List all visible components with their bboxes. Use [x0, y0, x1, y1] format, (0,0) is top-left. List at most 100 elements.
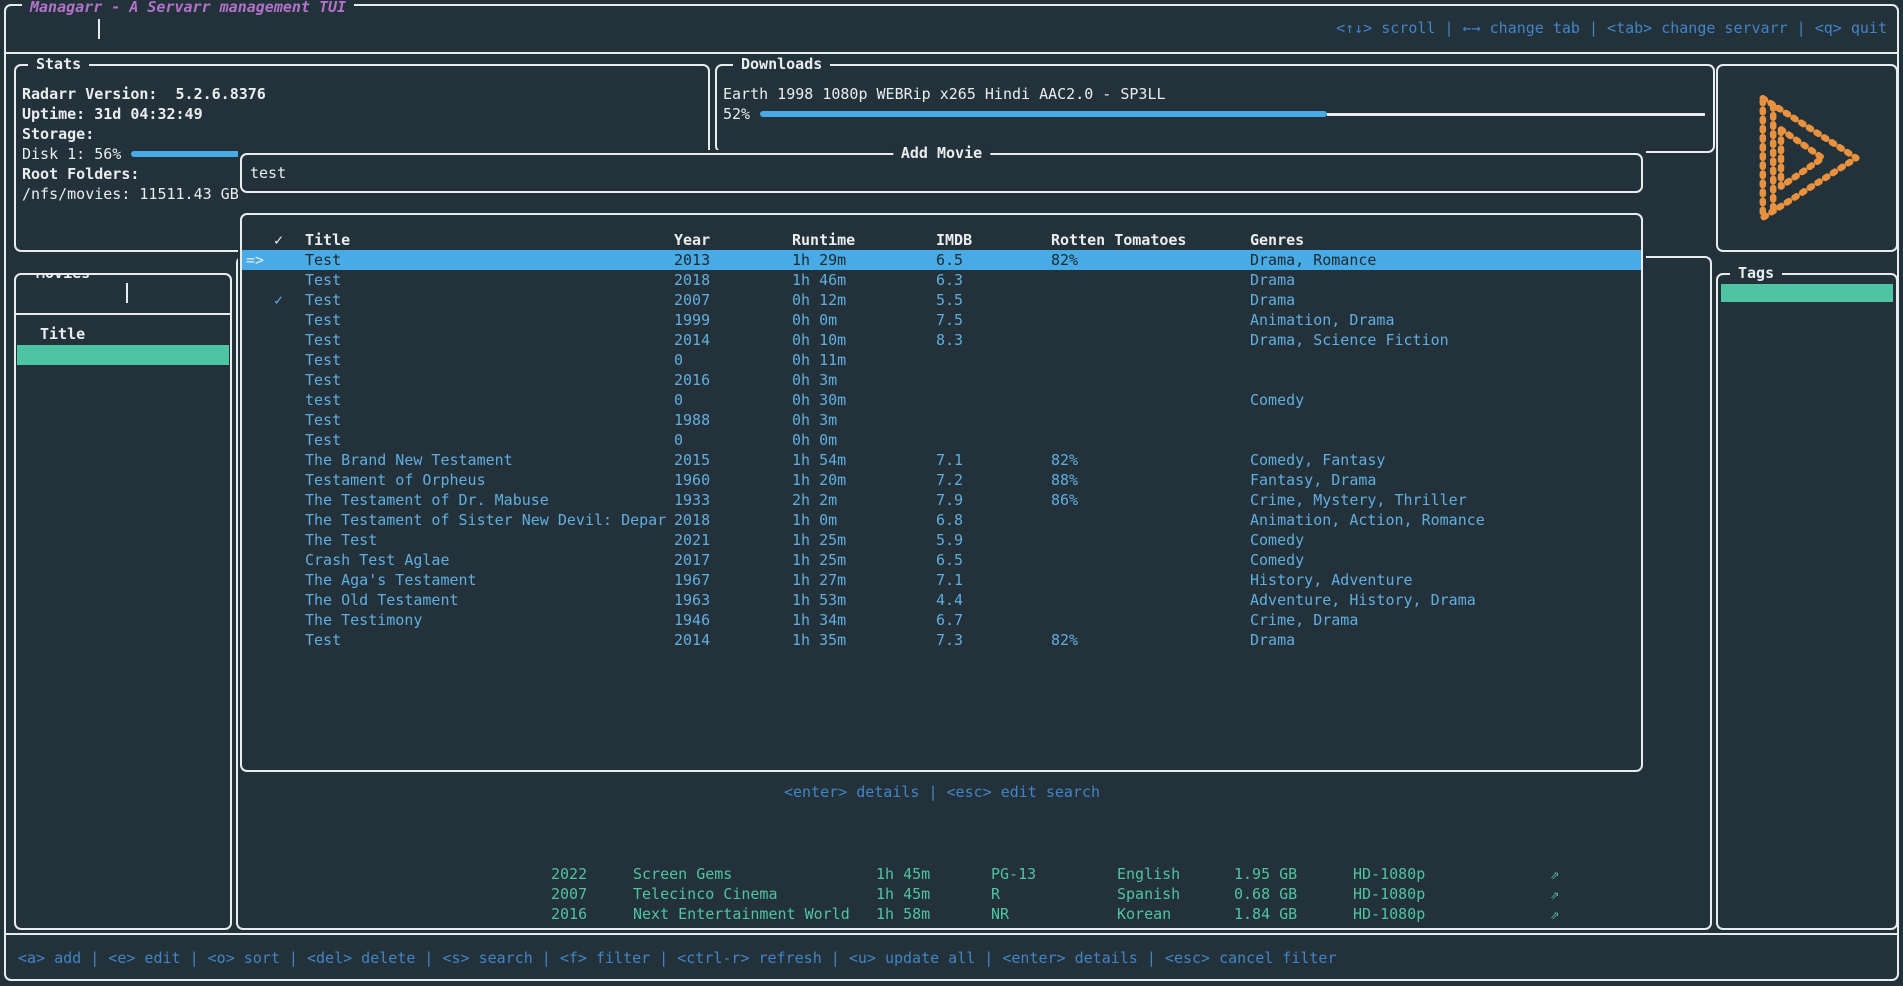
result-title: The Brand New Testament — [305, 450, 674, 470]
result-year: 0 — [674, 430, 792, 450]
result-imdb: 7.2 — [936, 470, 1051, 490]
result-row[interactable]: Test 2014 1h 35m 7.3 82% Drama — [242, 630, 1641, 650]
movie-size: 1.95 GB — [1234, 864, 1353, 884]
monitored-arrow-icon: ⇗ — [1550, 884, 1710, 904]
result-row[interactable]: Test 2014 0h 10m 8.3 Drama, Science Fict… — [242, 330, 1641, 350]
result-added-check-icon — [268, 510, 305, 530]
result-selection-marker — [242, 270, 268, 290]
movie-list-item[interactable]: Incantation — [17, 745, 229, 765]
result-row[interactable]: The Old Testament 1963 1h 53m 4.4 Advent… — [242, 590, 1641, 610]
movie-list-item[interactable]: Alien — [17, 485, 229, 505]
result-rotten-tomatoes: 86% — [1051, 490, 1250, 510]
result-rotten-tomatoes: 88% — [1051, 470, 1250, 490]
result-imdb: 6.5 — [936, 250, 1051, 270]
result-selection-marker — [242, 330, 268, 350]
movie-list-item[interactable]: A Quiet Place — [17, 565, 229, 585]
movie-quality: HD-1080p — [1353, 884, 1550, 904]
movie-list-item[interactable]: Ma — [17, 705, 229, 725]
header-year[interactable]: Year — [674, 230, 792, 250]
result-title: The Old Testament — [305, 590, 674, 610]
result-row[interactable]: Test 0 0h 11m — [242, 350, 1641, 370]
result-rotten-tomatoes — [1051, 270, 1250, 290]
movie-list-item[interactable]: Misery — [17, 785, 229, 805]
movies-table-row[interactable]: 2007 Telecinco Cinema 1h 45m R Spanish 0… — [238, 884, 1710, 904]
result-year: 0 — [674, 390, 792, 410]
result-row[interactable]: Test 2016 0h 3m — [242, 370, 1641, 390]
result-genres: Comedy, Fantasy — [1250, 450, 1641, 470]
movie-list-item[interactable]: The Girl with All the — [17, 845, 229, 865]
result-genres — [1250, 370, 1641, 390]
result-row[interactable]: Crash Test Aglae 2017 1h 25m 6.5 Comedy — [242, 550, 1641, 570]
result-runtime: 0h 11m — [792, 350, 936, 370]
result-imdb — [936, 390, 1051, 410]
result-added-check-icon — [268, 530, 305, 550]
result-selection-marker — [242, 350, 268, 370]
result-row[interactable]: Testament of Orpheus 1960 1h 20m 7.2 88%… — [242, 470, 1641, 490]
movie-list-item[interactable]: Gone with the Wind — [17, 545, 229, 565]
result-row[interactable]: The Test 2021 1h 25m 5.9 Comedy — [242, 530, 1641, 550]
result-row[interactable]: Test 0 0h 0m — [242, 430, 1641, 450]
result-runtime: 1h 29m — [792, 250, 936, 270]
header-runtime[interactable]: Runtime — [792, 230, 936, 250]
result-row[interactable]: The Testament of Sister New Devil: Depar… — [242, 510, 1641, 530]
movie-list-item[interactable]: Inception — [17, 425, 229, 445]
movie-list-item[interactable]: A Quiet Place Part II — [17, 585, 229, 605]
movie-list-item[interactable]: Sinister 2 — [17, 645, 229, 665]
result-row[interactable]: Test 1999 0h 0m 7.5 Animation, Drama — [242, 310, 1641, 330]
result-selection-marker — [242, 310, 268, 330]
movie-list-item[interactable]: The Invitation — [17, 865, 229, 885]
movie-list-item[interactable]: Firestarter — [17, 765, 229, 785]
header-rotten-tomatoes[interactable]: Rotten Tomatoes — [1051, 230, 1250, 250]
result-genres: Fantasy, Drama — [1250, 470, 1641, 490]
downloads-panel-title: Downloads — [733, 55, 830, 73]
result-row[interactable]: ✓ Test 2007 0h 12m 5.5 Drama — [242, 290, 1641, 310]
movie-list-item[interactable]: The Thing — [17, 465, 229, 485]
movie-list-item[interactable]: The Conjuring 2 — [17, 385, 229, 405]
movie-list-item[interactable]: Life — [17, 505, 229, 525]
movie-list-item[interactable]: mother! — [17, 725, 229, 745]
stats-panel-title: Stats — [28, 55, 89, 73]
movie-list-item[interactable]: 1408 — [17, 825, 229, 845]
add-movie-popup: Add Movie test ✓ Title Year Runtime IMDB… — [238, 150, 1646, 812]
monitored-arrow-icon: ⇗ — [1550, 864, 1710, 884]
tags-selected-row[interactable] — [1721, 284, 1893, 302]
movie-list-item[interactable]: The Conjuring — [17, 365, 229, 385]
download-item[interactable]: Earth 1998 1080p WEBRip x265 Hindi AAC2.… — [723, 84, 1707, 104]
result-row[interactable]: Test 2018 1h 46m 6.3 Drama — [242, 270, 1641, 290]
movie-list-item[interactable]: Us — [17, 665, 229, 685]
movie-list-item[interactable]: The Witch — [17, 605, 229, 625]
movies-tab-separator — [126, 283, 128, 303]
result-row[interactable]: The Testament of Dr. Mabuse 1933 2h 2m 7… — [242, 490, 1641, 510]
movie-list-item[interactable]: Lights Out — [17, 805, 229, 825]
movie-list-item[interactable]: The Conjuring: The De — [17, 405, 229, 425]
movie-list-item[interactable]: The Orphanage — [17, 885, 229, 905]
movie-size: 0.68 GB — [1234, 884, 1353, 904]
result-row[interactable]: Test 1988 0h 3m — [242, 410, 1641, 430]
result-imdb: 7.1 — [936, 450, 1051, 470]
servarr-tabs — [18, 19, 26, 39]
movie-list-item[interactable]: => Dune — [17, 345, 229, 365]
movie-list-item[interactable]: Slender Man — [17, 685, 229, 705]
result-row[interactable]: The Aga's Testament 1967 1h 27m 7.1 Hist… — [242, 570, 1641, 590]
movies-table-row[interactable]: 2022 Screen Gems 1h 45m PG-13 English 1.… — [238, 864, 1710, 884]
movie-list-item[interactable]: Train to Busan — [17, 905, 229, 925]
movie-list-item[interactable]: Nope — [17, 525, 229, 545]
result-selection-marker — [242, 410, 268, 430]
result-runtime: 0h 12m — [792, 290, 936, 310]
result-rotten-tomatoes — [1051, 350, 1250, 370]
result-row[interactable]: The Testimony 1946 1h 34m 6.7 Crime, Dra… — [242, 610, 1641, 630]
result-selection-marker — [242, 370, 268, 390]
movie-list-item[interactable]: The Martian — [17, 445, 229, 465]
result-row[interactable]: => Test 2013 1h 29m 6.5 82% Drama, Roman… — [242, 250, 1641, 270]
movie-list-item[interactable]: Sinister — [17, 625, 229, 645]
header-genres[interactable]: Genres — [1250, 230, 1641, 250]
header-imdb[interactable]: IMDB — [936, 230, 1051, 250]
result-genres: Comedy — [1250, 550, 1641, 570]
result-genres: Comedy — [1250, 530, 1641, 550]
result-row[interactable]: test 0 0h 30m Comedy — [242, 390, 1641, 410]
movies-table-row[interactable]: 2016 Next Entertainment World 1h 58m NR … — [238, 904, 1710, 924]
results-header-row: ✓ Title Year Runtime IMDB Rotten Tomatoe… — [242, 230, 1641, 250]
result-rotten-tomatoes — [1051, 290, 1250, 310]
result-row[interactable]: The Brand New Testament 2015 1h 54m 7.1 … — [242, 450, 1641, 470]
header-title[interactable]: Title — [305, 230, 674, 250]
